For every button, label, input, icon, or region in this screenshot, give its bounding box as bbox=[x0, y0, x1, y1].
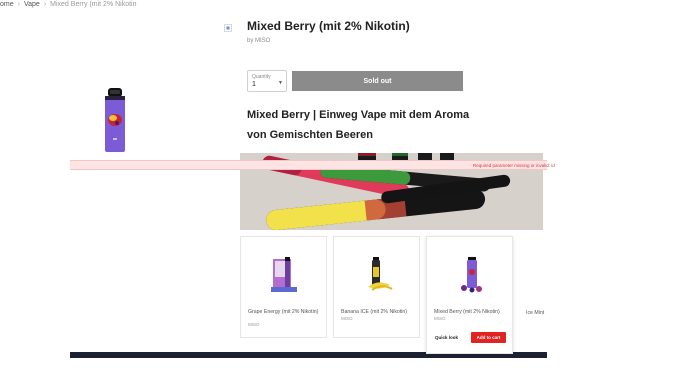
breadcrumb-separator: › bbox=[17, 1, 20, 8]
sold-out-button[interactable]: Sold out bbox=[292, 71, 463, 91]
breadcrumb-current: Mixed Berry (mit 2% Nikotin bbox=[50, 1, 137, 8]
product-title: Mixed Berry (mit 2% Nikotin) bbox=[247, 19, 410, 33]
product-card-name: Banana ICE (mit 2% Nikotin) bbox=[341, 309, 408, 315]
quick-look-button[interactable]: Quick look bbox=[435, 335, 458, 340]
product-thumbnail bbox=[271, 257, 297, 292]
product-image[interactable] bbox=[98, 88, 132, 154]
product-card[interactable]: Banana ICE (mit 2% Nikotin) MISO bbox=[333, 236, 420, 338]
quantity-select[interactable]: Quantity 1 ▼ bbox=[247, 70, 287, 92]
product-vendor: by MISO bbox=[247, 38, 271, 44]
product-card[interactable]: Grape Energy (mit 2% Nikotin) MISO bbox=[240, 236, 327, 338]
add-to-cart-button[interactable]: Add to cart bbox=[471, 332, 506, 343]
chevron-down-icon: ▼ bbox=[278, 80, 283, 86]
error-banner: Required parameter missing or invalid: i… bbox=[70, 160, 555, 170]
product-card-name[interactable]: Ice Mint bbox=[526, 310, 544, 316]
product-thumbnail bbox=[461, 257, 482, 293]
product-card-brand: MISO bbox=[434, 316, 446, 321]
product-card-name: Mixed Berry (mit 2% Nikotin) bbox=[434, 309, 500, 315]
product-card-brand: MISO bbox=[341, 316, 353, 321]
zoom-icon[interactable] bbox=[224, 24, 232, 32]
error-message: Required parameter missing or invalid: i… bbox=[473, 163, 555, 168]
product-card-name: Grape Energy (mit 2% Nikotin) bbox=[248, 309, 319, 315]
product-description-heading: Mixed Berry | Einweg Vape mit dem Aroma … bbox=[247, 109, 470, 141]
breadcrumb-category-link[interactable]: Vape bbox=[24, 1, 40, 8]
breadcrumb-home-link[interactable]: ome bbox=[0, 1, 14, 8]
product-card-brand: MISO bbox=[248, 322, 260, 327]
breadcrumb: ome › Vape › Mixed Berry (mit 2% Nikotin bbox=[0, 1, 137, 8]
product-card[interactable]: Mixed Berry (mit 2% Nikotin) MISO Quick … bbox=[426, 236, 513, 354]
product-thumbnail bbox=[368, 257, 393, 291]
breadcrumb-separator: › bbox=[43, 1, 47, 8]
